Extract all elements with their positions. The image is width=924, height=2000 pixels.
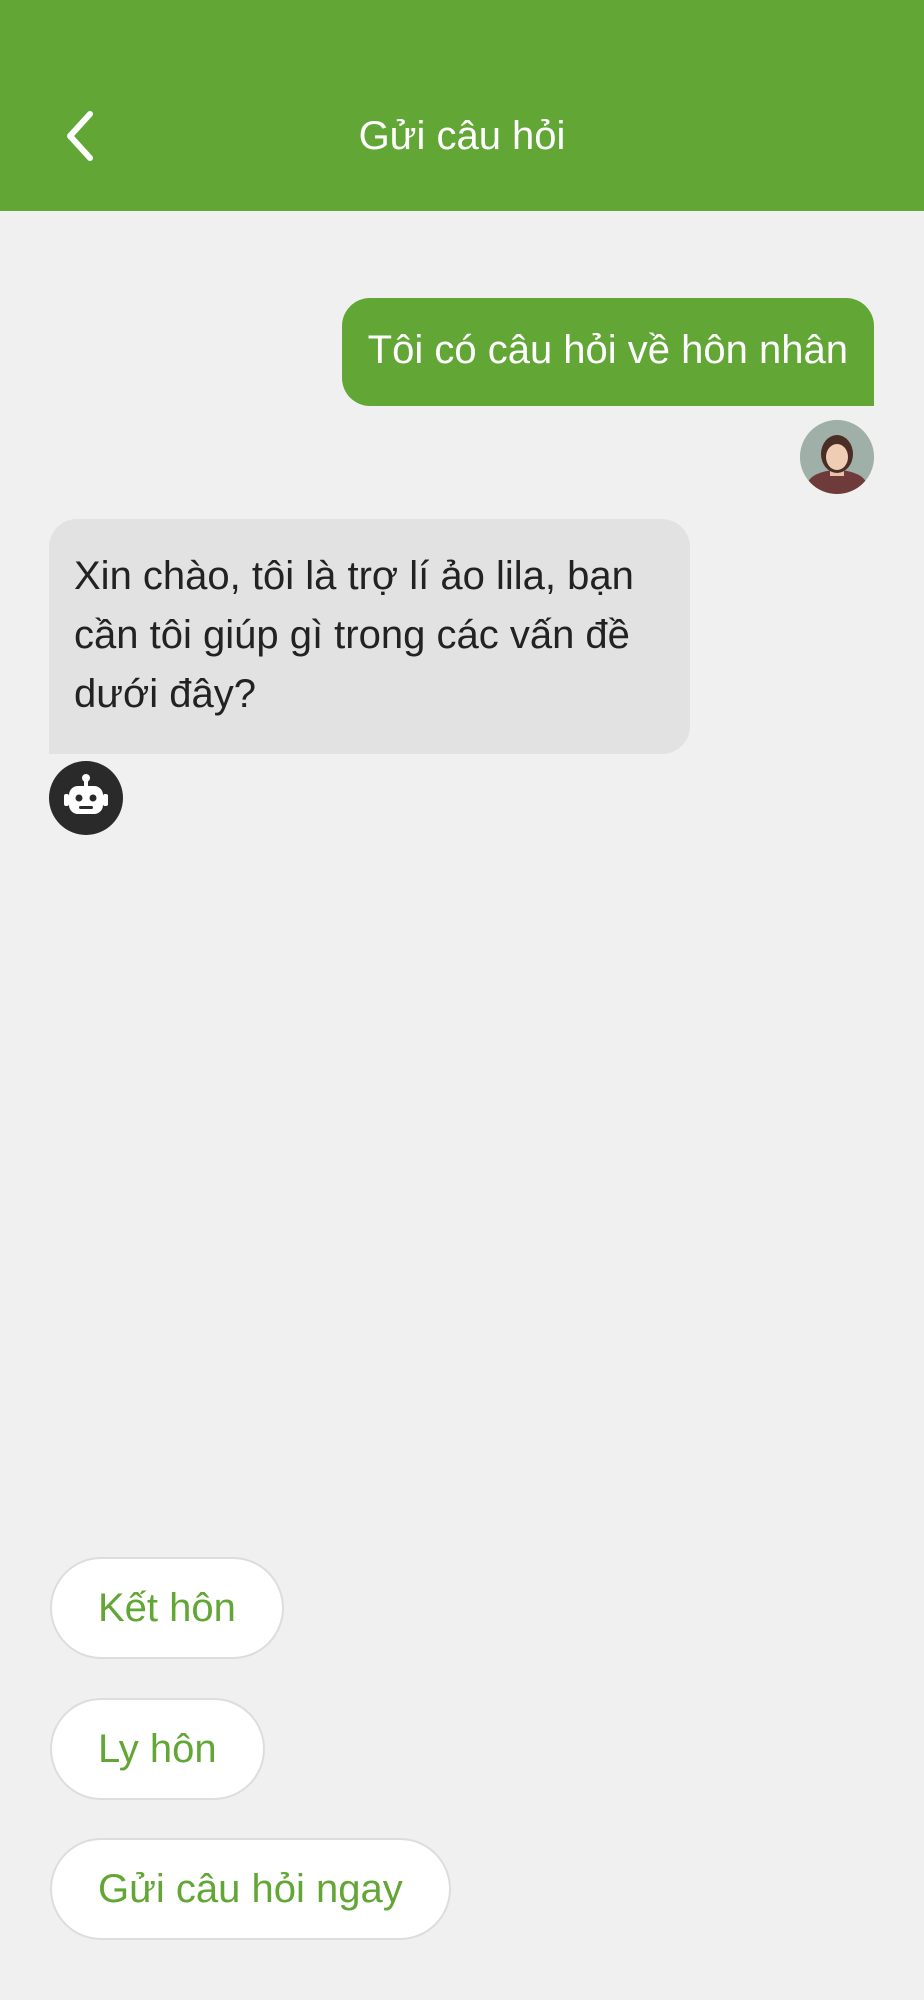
page-title: Gửi câu hỏi (358, 114, 566, 158)
app-header: Gửi câu hỏi (0, 0, 924, 211)
bot-avatar (49, 761, 123, 835)
robot-icon (64, 774, 108, 814)
bot-message-bubble: Xin chào, tôi là trợ lí ảo lila, bạn cần… (49, 519, 690, 754)
user-avatar (800, 420, 874, 494)
quick-reply-ly-hon[interactable]: Ly hôn (50, 1698, 265, 1800)
quick-reply-ket-hon[interactable]: Kết hôn (50, 1557, 284, 1659)
user-message-bubble: Tôi có câu hỏi về hôn nhân (341, 298, 874, 406)
quick-reply-gui-cau-hoi-ngay[interactable]: Gửi câu hỏi ngay (50, 1838, 451, 1940)
